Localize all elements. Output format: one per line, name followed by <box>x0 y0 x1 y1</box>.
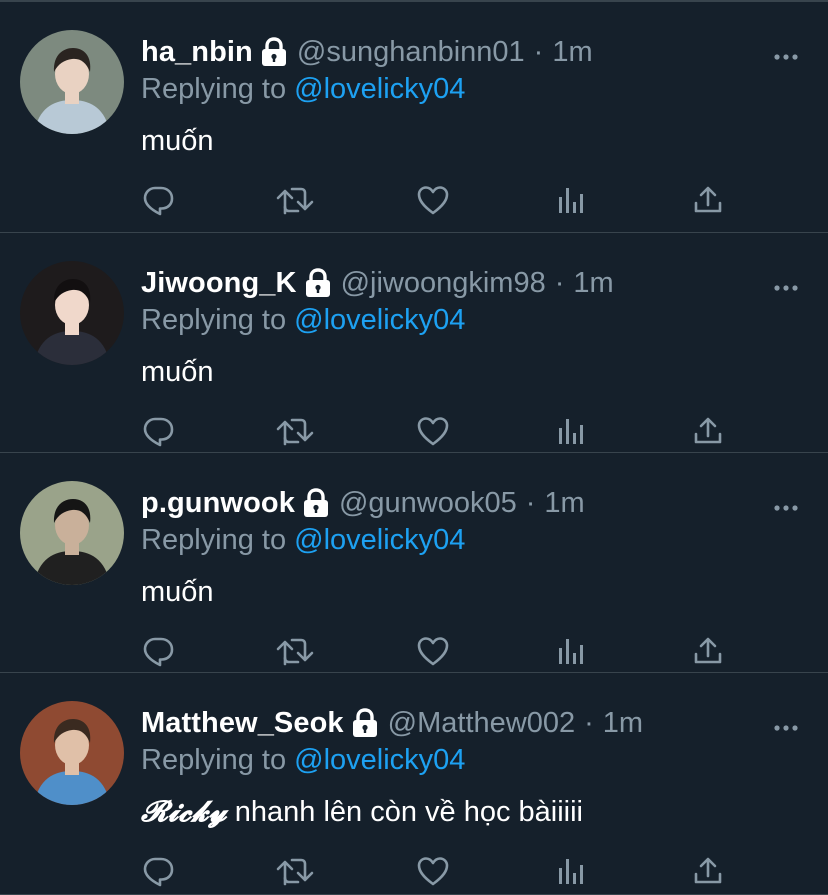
action-bar <box>141 411 741 451</box>
reply-icon[interactable] <box>138 851 178 891</box>
replying-to-line: Replying to @lovelicky04 <box>141 304 465 337</box>
avatar-photo <box>20 701 124 805</box>
lock-icon <box>259 36 289 68</box>
retweet-icon[interactable] <box>275 851 315 891</box>
replying-to-line: Replying to @lovelicky04 <box>141 744 465 777</box>
replying-to-mention[interactable]: @lovelicky04 <box>294 744 465 776</box>
tweet-text: muốn <box>141 574 214 609</box>
heart-icon[interactable] <box>413 631 453 671</box>
avatar-photo <box>20 261 124 365</box>
avatar[interactable] <box>20 701 124 805</box>
reply-icon[interactable] <box>138 411 178 451</box>
analytics-icon[interactable] <box>551 851 591 891</box>
tweet-text: muốn <box>141 354 214 389</box>
analytics-icon[interactable] <box>551 631 591 671</box>
separator-dot: · <box>533 35 544 68</box>
lock-icon <box>303 267 333 299</box>
tweet-text-body: muốn <box>141 356 214 388</box>
replying-to-label: Replying to <box>141 524 295 556</box>
action-bar <box>141 631 741 671</box>
replying-to-label: Replying to <box>141 744 295 776</box>
reply-tweet[interactable]: Jiwoong_K @jiwoongkim98 · 1m Replying to… <box>0 233 828 453</box>
analytics-icon[interactable] <box>551 180 591 220</box>
display-name[interactable]: p.gunwook <box>141 487 295 520</box>
heart-icon[interactable] <box>413 180 453 220</box>
avatar-photo <box>20 481 124 585</box>
more-icon[interactable] <box>773 279 799 291</box>
reply-tweet[interactable]: ha_nbin @sunghanbinn01 · 1m Replying to … <box>0 2 828 233</box>
display-name[interactable]: Jiwoong_K <box>141 267 297 300</box>
reply-icon[interactable] <box>138 631 178 671</box>
replying-to-mention[interactable]: @lovelicky04 <box>294 304 465 336</box>
display-name[interactable]: Matthew_Seok <box>141 707 344 740</box>
avatar-photo <box>20 30 124 134</box>
timestamp[interactable]: 1m <box>603 707 643 740</box>
replying-to-mention[interactable]: @lovelicky04 <box>294 73 465 105</box>
reply-icon[interactable] <box>138 180 178 220</box>
more-icon[interactable] <box>773 48 799 60</box>
timestamp[interactable]: 1m <box>573 267 613 300</box>
tweet-text: muốn <box>141 123 214 158</box>
replying-to-line: Replying to @lovelicky04 <box>141 524 465 557</box>
replying-to-line: Replying to @lovelicky04 <box>141 73 465 106</box>
tweet-text: 𝓡𝓲𝓬𝓴𝔂 nhanh lên còn về học bàiiiii <box>141 794 583 829</box>
avatar[interactable] <box>20 481 124 585</box>
tweet-text-body: muốn <box>141 125 214 157</box>
avatar[interactable] <box>20 261 124 365</box>
more-icon[interactable] <box>773 719 799 731</box>
user-handle[interactable]: @gunwook05 <box>339 487 517 520</box>
user-handle[interactable]: @sunghanbinn01 <box>297 36 525 69</box>
share-icon[interactable] <box>688 411 728 451</box>
avatar[interactable] <box>20 30 124 134</box>
user-handle[interactable]: @Matthew002 <box>388 707 575 740</box>
retweet-icon[interactable] <box>275 411 315 451</box>
more-icon[interactable] <box>773 499 799 511</box>
heart-icon[interactable] <box>413 411 453 451</box>
tweet-text-styled-name: 𝓡𝓲𝓬𝓴𝔂 <box>141 794 227 828</box>
separator-dot: · <box>525 486 536 519</box>
share-icon[interactable] <box>688 631 728 671</box>
retweet-icon[interactable] <box>275 180 315 220</box>
heart-icon[interactable] <box>413 851 453 891</box>
separator-dot: · <box>554 266 565 299</box>
action-bar <box>141 180 741 220</box>
replying-to-mention[interactable]: @lovelicky04 <box>294 524 465 556</box>
reply-tweet[interactable]: p.gunwook @gunwook05 · 1m Replying to @l… <box>0 453 828 673</box>
display-name[interactable]: ha_nbin <box>141 36 253 69</box>
share-icon[interactable] <box>688 180 728 220</box>
share-icon[interactable] <box>688 851 728 891</box>
timestamp[interactable]: 1m <box>544 487 584 520</box>
retweet-icon[interactable] <box>275 631 315 671</box>
reply-tweet[interactable]: Matthew_Seok @Matthew002 · 1m Replying t… <box>0 673 828 895</box>
analytics-icon[interactable] <box>551 411 591 451</box>
lock-icon <box>350 707 380 739</box>
tweet-text-body: muốn <box>141 576 214 608</box>
lock-icon <box>301 487 331 519</box>
replying-to-label: Replying to <box>141 304 295 336</box>
tweet-text-body: nhanh lên còn về học bàiiiii <box>226 796 584 828</box>
replying-to-label: Replying to <box>141 73 295 105</box>
action-bar <box>141 851 741 891</box>
user-handle[interactable]: @jiwoongkim98 <box>341 267 546 300</box>
separator-dot: · <box>584 706 594 739</box>
timestamp[interactable]: 1m <box>552 36 592 69</box>
